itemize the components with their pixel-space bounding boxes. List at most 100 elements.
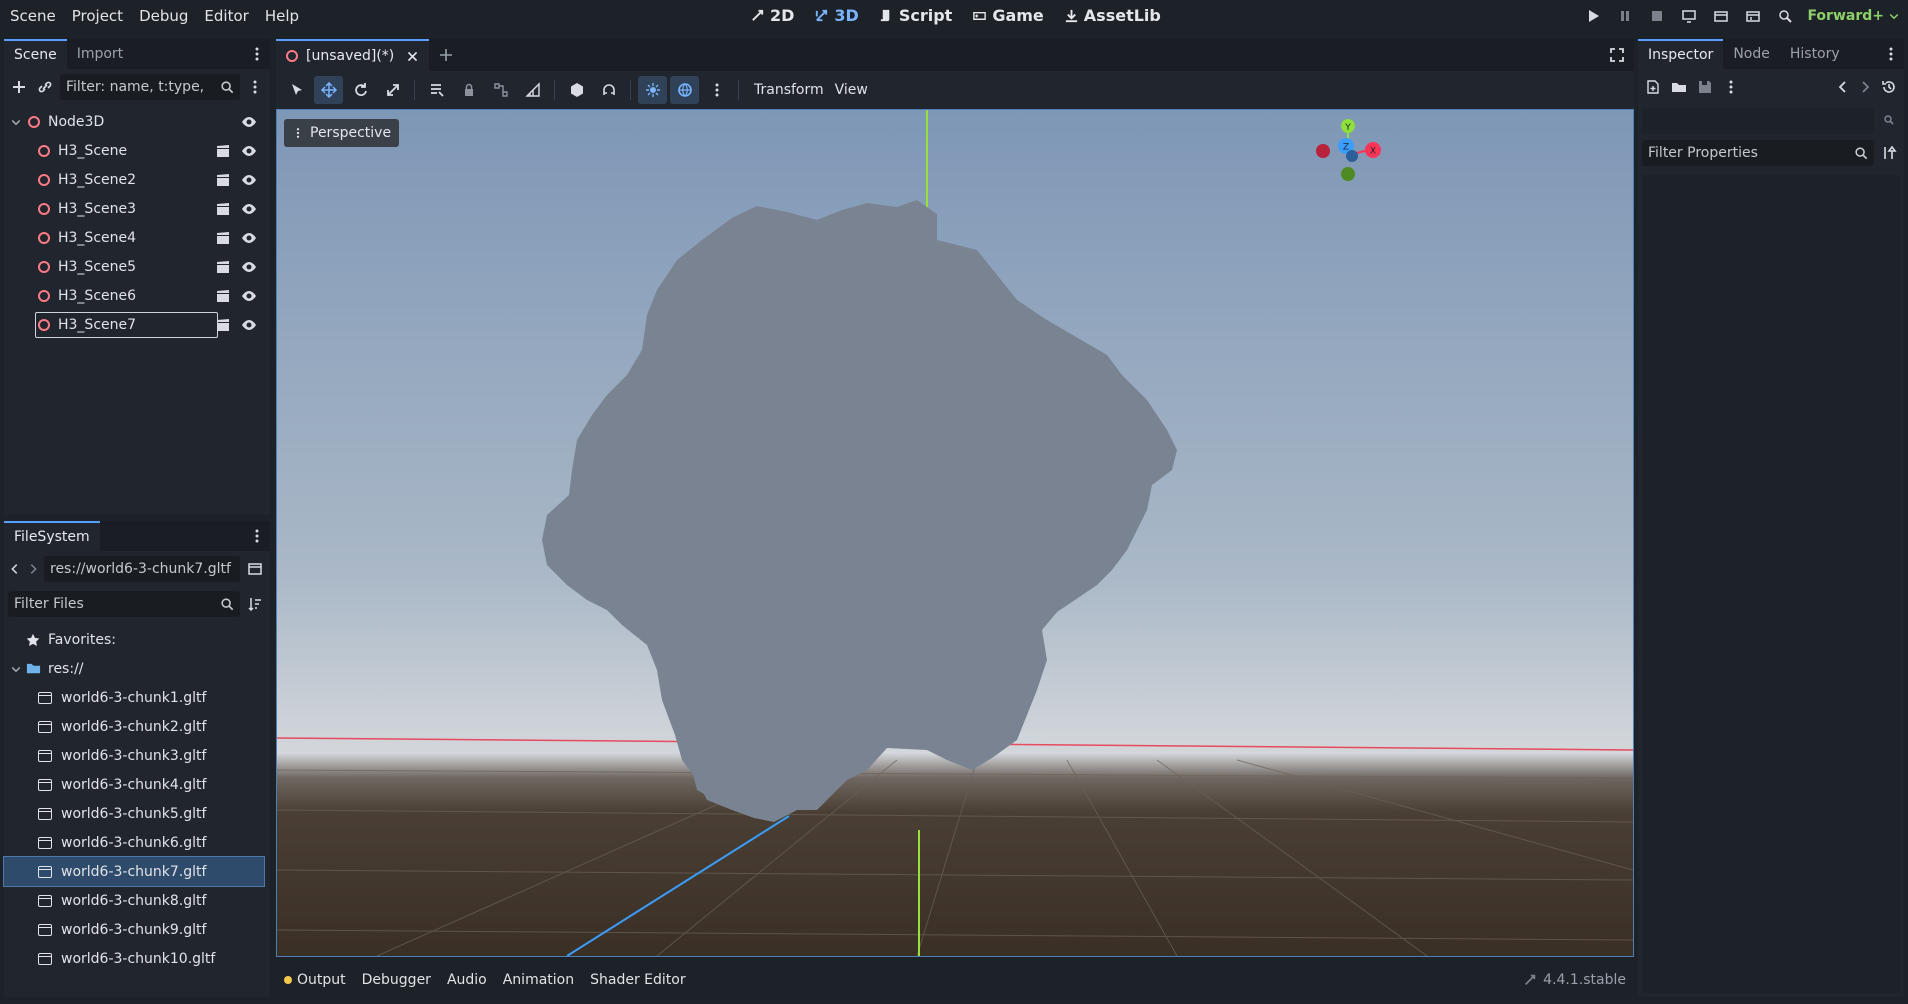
open-scene-clapper-icon[interactable]: [212, 227, 234, 249]
visibility-eye-icon[interactable]: [238, 111, 260, 133]
file-row[interactable]: world6-3-chunk8.gltf: [4, 886, 264, 915]
preview-options-icon[interactable]: [702, 76, 731, 104]
lock-icon[interactable]: [454, 76, 483, 104]
perspective-menu-button[interactable]: Perspective: [284, 119, 400, 147]
local-space-icon[interactable]: [562, 76, 591, 104]
tab-animation[interactable]: Animation: [495, 972, 582, 988]
instance-scene-icon[interactable]: [34, 76, 56, 98]
open-scene-clapper-icon[interactable]: [212, 314, 234, 336]
open-scene-clapper-icon[interactable]: [212, 198, 234, 220]
filter-properties-input[interactable]: Filter Properties: [1642, 140, 1874, 166]
scene-node-row[interactable]: H3_Scene5: [4, 252, 270, 281]
movie-maker-icon[interactable]: [1771, 5, 1799, 27]
distraction-free-icon[interactable]: [1606, 44, 1628, 66]
file-row[interactable]: world6-3-chunk4.gltf: [4, 770, 264, 799]
tab-audio[interactable]: Audio: [439, 972, 495, 988]
add-node-icon[interactable]: [8, 76, 30, 98]
workspace-game-button[interactable]: Game: [964, 6, 1051, 25]
transform-menu[interactable]: Transform: [746, 82, 832, 98]
file-row[interactable]: world6-3-chunk9.gltf: [4, 915, 264, 944]
play-custom-scene-icon[interactable]: [1739, 5, 1767, 27]
3d-viewport[interactable]: Y Z X Perspective: [276, 109, 1634, 957]
open-scene-clapper-icon[interactable]: [212, 285, 234, 307]
menu-project[interactable]: Project: [64, 7, 131, 25]
scene-node-row[interactable]: H3_Scene6: [4, 281, 270, 310]
new-resource-icon[interactable]: [1642, 76, 1664, 98]
visibility-eye-icon[interactable]: [238, 227, 260, 249]
close-icon[interactable]: [406, 50, 419, 63]
save-icon[interactable]: [1694, 76, 1716, 98]
file-row[interactable]: world6-3-chunk2.gltf: [4, 712, 264, 741]
history-forward-icon[interactable]: [1856, 76, 1874, 98]
file-row[interactable]: world6-3-chunk1.gltf: [4, 683, 264, 712]
select-mode-icon[interactable]: [282, 76, 311, 104]
tab-node[interactable]: Node: [1723, 39, 1780, 69]
kebab-menu-icon[interactable]: [246, 525, 268, 547]
tab-history[interactable]: History: [1780, 39, 1850, 69]
workspace-3d-button[interactable]: 3D: [806, 6, 866, 25]
group-icon[interactable]: [486, 76, 515, 104]
tab-inspector[interactable]: Inspector: [1638, 39, 1724, 69]
scene-node-row[interactable]: H3_Scene4: [4, 223, 270, 252]
stop-icon[interactable]: [1643, 5, 1671, 27]
scene-node-row[interactable]: H3_Scene3: [4, 194, 270, 223]
visibility-eye-icon[interactable]: [238, 198, 260, 220]
ruler-icon[interactable]: [518, 76, 547, 104]
play-icon[interactable]: [1579, 5, 1607, 27]
file-row[interactable]: world6-3-chunk3.gltf: [4, 741, 264, 770]
menu-editor[interactable]: Editor: [196, 7, 256, 25]
open-folder-icon[interactable]: [1668, 76, 1690, 98]
tab-scene[interactable]: Scene: [4, 39, 67, 69]
object-history-icon[interactable]: [1878, 76, 1900, 98]
extra-options-icon[interactable]: [1720, 76, 1742, 98]
history-back-icon[interactable]: [1834, 76, 1852, 98]
kebab-menu-icon[interactable]: [246, 43, 268, 65]
scale-mode-icon[interactable]: [378, 76, 407, 104]
tab-import[interactable]: Import: [67, 39, 133, 69]
scene-node-row[interactable]: H3_Scene7: [4, 310, 270, 339]
visibility-eye-icon[interactable]: [238, 285, 260, 307]
filter-files-input[interactable]: Filter Files: [8, 591, 240, 617]
open-scene-clapper-icon[interactable]: [212, 256, 234, 278]
favorites-row[interactable]: Favorites:: [4, 625, 270, 654]
environment-preview-icon[interactable]: [670, 76, 699, 104]
tab-debugger[interactable]: Debugger: [354, 972, 439, 988]
rotate-mode-icon[interactable]: [346, 76, 375, 104]
snap-icon[interactable]: [594, 76, 623, 104]
list-select-icon[interactable]: [422, 76, 451, 104]
forward-arrow-icon[interactable]: [26, 558, 40, 580]
workspace-script-button[interactable]: Script: [871, 6, 960, 25]
sun-preview-icon[interactable]: [638, 76, 667, 104]
inspector-tools-icon[interactable]: [1878, 142, 1900, 164]
visibility-eye-icon[interactable]: [238, 140, 260, 162]
scene-node-row[interactable]: H3_Scene: [4, 136, 270, 165]
play-scene-icon[interactable]: [1707, 5, 1735, 27]
back-arrow-icon[interactable]: [8, 558, 22, 580]
open-scene-clapper-icon[interactable]: [212, 140, 234, 162]
file-row[interactable]: world6-3-chunk6.gltf: [4, 828, 264, 857]
visibility-eye-icon[interactable]: [238, 256, 260, 278]
menu-debug[interactable]: Debug: [131, 7, 196, 25]
move-mode-icon[interactable]: [314, 76, 343, 104]
tab-shader-editor[interactable]: Shader Editor: [582, 972, 693, 988]
add-tab-icon[interactable]: [435, 44, 457, 66]
remote-debug-icon[interactable]: [1675, 5, 1703, 27]
open-docs-icon[interactable]: [1878, 110, 1900, 132]
open-scene-clapper-icon[interactable]: [212, 169, 234, 191]
visibility-eye-icon[interactable]: [238, 314, 260, 336]
scene-node-row[interactable]: H3_Scene2: [4, 165, 270, 194]
split-view-icon[interactable]: [244, 558, 266, 580]
scene-options-icon[interactable]: [244, 76, 266, 98]
scene-tab-unsaved[interactable]: [unsaved](*): [276, 39, 430, 71]
view-menu[interactable]: View: [835, 82, 876, 98]
visibility-eye-icon[interactable]: [238, 169, 260, 191]
kebab-menu-icon[interactable]: [1880, 43, 1902, 65]
renderer-selector[interactable]: Forward+: [1807, 8, 1900, 24]
menu-help[interactable]: Help: [257, 7, 307, 25]
workspace-assetlib-button[interactable]: AssetLib: [1056, 6, 1169, 25]
menu-scene[interactable]: Scene: [2, 7, 64, 25]
scene-filter-input[interactable]: Filter: name, t:type,: [60, 74, 240, 100]
file-row[interactable]: world6-3-chunk5.gltf: [4, 799, 264, 828]
file-row[interactable]: world6-3-chunk7.gltf: [3, 856, 265, 887]
workspace-2d-button[interactable]: 2D: [742, 6, 802, 25]
